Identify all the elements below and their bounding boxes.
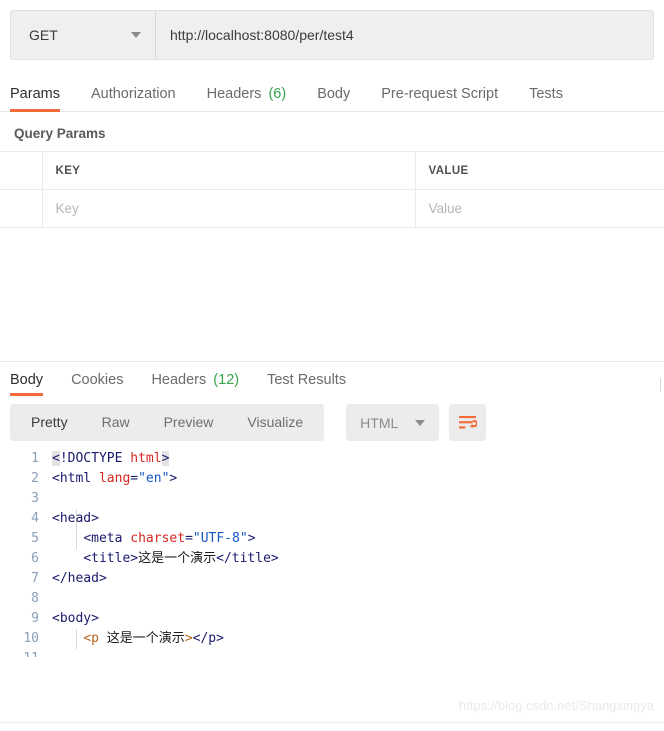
code-line: 6 <title>这是一个演示</title>	[10, 549, 664, 569]
tab-authorization[interactable]: Authorization	[91, 86, 176, 111]
request-body-empty-area	[0, 228, 664, 361]
tab-headers[interactable]: Headers (6)	[207, 86, 287, 111]
tab-params[interactable]: Params	[10, 86, 60, 112]
code-token-tag: </head>	[52, 571, 107, 586]
line-number: 5	[31, 531, 39, 546]
code-token-attr: charset	[130, 531, 186, 546]
code-token-doctype: !DOCTYPE	[59, 451, 123, 466]
tab-body-label: Body	[317, 86, 351, 102]
response-format-select[interactable]: HTML	[346, 404, 440, 441]
response-tab-bar: Body Cookies Headers (12) Test Results	[0, 362, 664, 396]
line-number: 10	[23, 631, 39, 646]
line-number: 6	[31, 551, 39, 566]
tab-pre-request-script[interactable]: Pre-request Script	[381, 86, 498, 111]
code-token-tag-open: <p	[83, 631, 99, 646]
line-number: 7	[31, 571, 39, 586]
response-tab-body[interactable]: Body	[10, 372, 44, 396]
row-checkbox-cell[interactable]	[0, 189, 43, 228]
tab-tests[interactable]: Tests	[529, 86, 563, 111]
response-tab-cookies-label: Cookies	[71, 372, 124, 388]
tab-headers-count: (6)	[268, 86, 287, 102]
column-header-key: KEY	[41, 151, 416, 190]
code-line: 10 <p 这是一个演示></p>	[10, 629, 664, 649]
tab-authorization-label: Authorization	[90, 86, 176, 102]
code-token-tag: <head>	[52, 511, 99, 526]
code-token-text: 这是一个演示	[138, 551, 217, 566]
view-mode-visualize[interactable]: Visualize	[230, 404, 320, 441]
view-mode-raw[interactable]: Raw	[85, 404, 147, 441]
response-tab-test-results[interactable]: Test Results	[267, 372, 346, 396]
code-token-tag: <body>	[52, 611, 99, 626]
code-token-gt: >	[161, 451, 170, 466]
view-mode-preview[interactable]: Preview	[147, 404, 231, 441]
line-number: 8	[31, 591, 39, 606]
watermark: https://blog.csdn.net/Shangxingya	[458, 698, 654, 713]
response-body-code-viewer[interactable]: 1 <!DOCTYPE html> 2 <html lang="en"> 3 4…	[0, 449, 664, 664]
code-token-lt: <	[52, 451, 60, 466]
code-line: 7 </head>	[10, 569, 664, 589]
response-tab-body-label: Body	[10, 372, 44, 388]
response-toolbar: Pretty Raw Preview Visualize HTML	[0, 396, 664, 441]
response-format-label: HTML	[360, 414, 399, 431]
code-token-tag-open: <title>	[83, 551, 139, 566]
http-method-label: GET	[29, 27, 58, 43]
param-key-input[interactable]: Key	[41, 189, 416, 228]
column-header-value: VALUE	[414, 151, 664, 190]
code-line: 1 <!DOCTYPE html>	[10, 449, 664, 469]
chevron-down-icon	[131, 32, 141, 38]
code-line: 5 <meta charset="UTF-8">	[10, 529, 664, 549]
line-number: 9	[31, 611, 39, 626]
line-number: 2	[31, 471, 39, 486]
word-wrap-button[interactable]	[449, 404, 487, 441]
tab-params-label: Params	[10, 86, 60, 102]
response-view-mode-group: Pretty Raw Preview Visualize	[10, 404, 325, 441]
query-params-title: Query Params	[14, 126, 106, 141]
code-token-text: 这是一个演示	[106, 631, 185, 646]
code-token-tag-open: <meta	[83, 531, 123, 546]
http-method-select[interactable]: GET	[11, 11, 156, 59]
line-number: 1	[31, 451, 39, 466]
request-url-input[interactable]: http://localhost:8080/per/test4	[156, 11, 653, 59]
request-url-bar: GET http://localhost:8080/per/test4	[10, 10, 654, 60]
code-line: 11	[10, 649, 664, 657]
code-line: 4 <head>	[10, 509, 664, 529]
code-token-doctype-name: html	[130, 451, 162, 466]
code-line: 2 <html lang="en">	[10, 469, 664, 489]
chevron-down-icon	[415, 419, 426, 426]
line-number: 3	[31, 491, 39, 506]
code-line: 9 <body>	[10, 609, 664, 629]
line-number: 11	[10, 649, 52, 657]
code-token-tag-close: </title>	[216, 551, 279, 566]
table-header-row: KEY VALUE	[0, 151, 664, 190]
response-tab-headers-label: Headers	[151, 372, 207, 388]
code-line: 8	[10, 589, 664, 609]
word-wrap-icon	[459, 415, 478, 428]
tab-pre-request-script-label: Pre-request Script	[381, 86, 499, 102]
code-token-tag-close: </p>	[192, 631, 224, 646]
tab-headers-label: Headers	[206, 86, 262, 102]
response-tab-headers[interactable]: Headers (12)	[151, 372, 239, 396]
select-all-column	[0, 151, 43, 190]
param-value-input[interactable]: Value	[414, 189, 664, 228]
response-tab-headers-count: (12)	[213, 372, 240, 388]
table-row: Key Value	[0, 189, 664, 228]
code-token-gt: >	[169, 471, 178, 486]
line-number: 4	[31, 511, 39, 526]
request-tab-bar: Params Authorization Headers (6) Body Pr…	[0, 74, 664, 112]
response-tab-cookies[interactable]: Cookies	[71, 372, 123, 396]
code-token-string: "UTF-8"	[192, 531, 248, 546]
code-token-gt: >	[184, 631, 193, 646]
response-meta-stub	[660, 378, 664, 392]
tab-body[interactable]: Body	[317, 86, 350, 111]
view-mode-pretty[interactable]: Pretty	[14, 404, 85, 441]
tab-tests-label: Tests	[529, 86, 563, 102]
code-token-attr: lang	[98, 471, 131, 486]
bottom-divider	[0, 722, 664, 723]
code-line: 3	[10, 489, 664, 509]
response-tab-test-results-label: Test Results	[267, 372, 347, 388]
query-params-table: KEY VALUE Key Value	[0, 151, 664, 228]
code-token-string: "en"	[138, 471, 170, 486]
code-token-eq: =	[130, 471, 139, 486]
code-token-tag-open: <html	[52, 471, 92, 486]
